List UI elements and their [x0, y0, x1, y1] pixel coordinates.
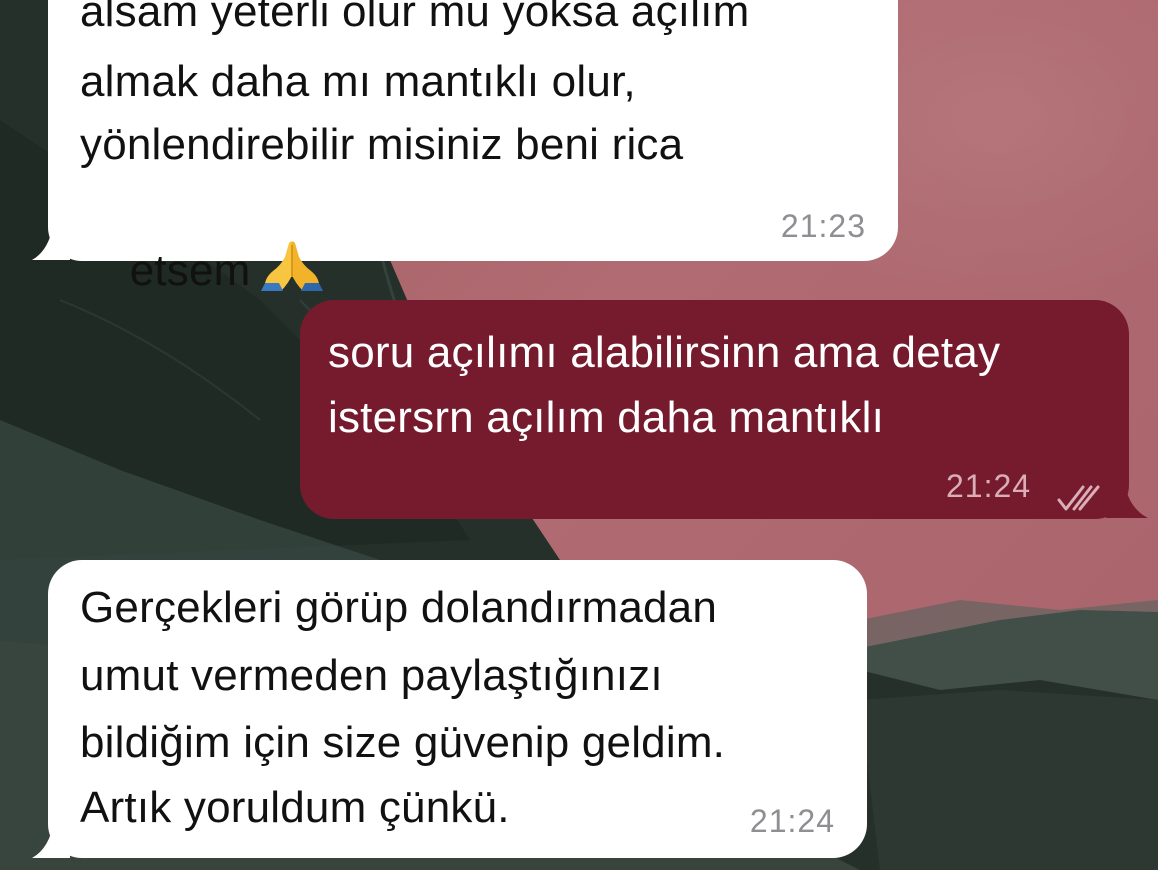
- message-timestamp: 21:24: [749, 803, 835, 839]
- message-text-line: almak daha mı mantıklı olur,: [80, 57, 636, 106]
- message-text-line: etsem: [129, 246, 251, 295]
- message-text-line-last: etsem: [80, 178, 325, 359]
- message-text-line: yönlendirebilir misiniz beni rica: [80, 120, 684, 169]
- message-text-line: soru açılımı alabilirsinn ama detay: [328, 328, 1001, 377]
- message-bubble-incoming-1[interactable]: alsam yeterli olur mu yoksa açılım almak…: [48, 0, 898, 295]
- message-text-line: umut vermeden paylaştığınızı: [80, 651, 663, 700]
- message-bubble-incoming-2[interactable]: Gerçekleri görüp dolandırmadan umut verm…: [48, 560, 867, 858]
- folded-hands-emoji: [259, 237, 325, 293]
- message-text-line: bildiğim için size güvenip geldim.: [80, 718, 726, 767]
- message-bubble-outgoing-1[interactable]: soru açılımı alabilirsinn ama detay iste…: [300, 300, 1129, 519]
- message-text-line: alsam yeterli olur mu yoksa açılım: [80, 0, 750, 36]
- message-text-line: istersrn açılım daha mantıklı: [328, 393, 884, 442]
- message-text-line: Artık yoruldum çünkü.: [80, 783, 510, 832]
- double-check-read-icon: [1056, 470, 1102, 511]
- message-text-line: Gerçekleri görüp dolandırmadan: [80, 583, 718, 632]
- message-timestamp: 21:24: [946, 468, 1032, 504]
- message-timestamp: 21:23: [780, 208, 866, 244]
